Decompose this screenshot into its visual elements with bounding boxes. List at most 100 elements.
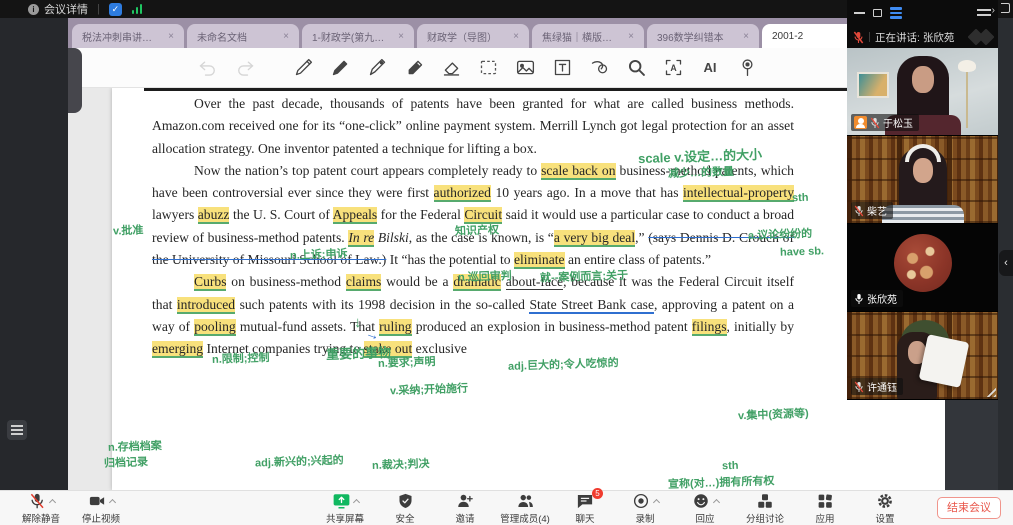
participant-tile[interactable]: 张欣苑	[847, 224, 998, 312]
button-label: 分组讨论	[746, 511, 784, 525]
members-icon	[515, 492, 535, 510]
host-badge-icon	[854, 116, 867, 129]
text-run: Bilski	[374, 230, 409, 245]
layout-icon[interactable]	[890, 7, 902, 19]
pen-icon[interactable]	[291, 56, 315, 80]
button-label: 共享屏幕	[326, 511, 364, 525]
gear-icon	[875, 492, 895, 510]
text-run: an entire class of patents.”	[565, 252, 711, 267]
security-button[interactable]: 安全	[382, 492, 428, 525]
text-run: a very big deal	[554, 230, 635, 247]
participant-tile[interactable]: 于松玉	[847, 48, 998, 136]
video-panel: 正在讲话: 张欣苑 于松玉 柴艺 张欣苑	[847, 0, 998, 400]
end-meeting-button[interactable]: 结束会议	[937, 497, 1001, 519]
participant-tile[interactable]: 许通钰	[847, 312, 998, 400]
close-icon[interactable]: ×	[620, 31, 634, 42]
restore-icon[interactable]	[873, 9, 882, 17]
record-button[interactable]: 录制	[622, 492, 668, 525]
text-run: Circuit	[464, 207, 502, 224]
pencil-icon[interactable]	[328, 56, 352, 80]
chevron-up-icon[interactable]	[353, 498, 360, 505]
eraser-icon[interactable]	[439, 56, 463, 80]
unmute-button[interactable]: 解除静音	[18, 492, 64, 525]
button-label: 安全	[395, 511, 414, 525]
text-run: Now the nation’s top patent court appear…	[194, 163, 541, 178]
reaction-button[interactable]: 回应	[682, 492, 728, 525]
close-icon[interactable]: ×	[160, 31, 174, 42]
participant-label: 许通钰	[851, 378, 903, 395]
chevron-up-icon[interactable]	[653, 498, 660, 505]
breakout-button[interactable]: 分组讨论	[742, 492, 788, 525]
fountain-pen-icon[interactable]	[365, 56, 389, 80]
highlighter-icon[interactable]	[402, 56, 426, 80]
expand-icon[interactable]	[1001, 3, 1010, 13]
text-run: ,”	[635, 230, 648, 245]
invite-button[interactable]: 邀请	[442, 492, 488, 525]
close-icon[interactable]: ×	[505, 31, 519, 42]
magnifier-icon[interactable]	[624, 56, 648, 80]
participant-name: 许通钰	[867, 379, 897, 394]
image-icon[interactable]	[513, 56, 537, 80]
share-screen-button[interactable]: 共享屏幕	[322, 492, 368, 525]
settings-button[interactable]: 设置	[862, 492, 908, 525]
chat-button[interactable]: 5 聊天	[562, 492, 608, 525]
collapse-panel-chevron[interactable]: ‹	[999, 250, 1013, 276]
text-run: It “has the potential to	[386, 252, 514, 267]
doc-tab-label: 1-财政学(第九…	[312, 29, 384, 44]
text-run: Appeals	[333, 207, 378, 224]
paragraph: Curbs on business-method claims would be…	[152, 271, 794, 360]
chevron-up-icon[interactable]	[109, 498, 116, 505]
text-run: produced an explosion in business-method…	[412, 319, 692, 334]
camera-icon	[87, 492, 107, 510]
redo-icon[interactable]	[233, 56, 257, 80]
switch-view-icon[interactable]	[977, 8, 991, 18]
ai-icon[interactable]: AI	[698, 56, 722, 80]
doc-tab[interactable]: 焦绿猫｜横版… ×	[532, 24, 644, 48]
text-run: the U. S. Court of	[229, 207, 332, 222]
ocr-icon[interactable]: A	[661, 56, 685, 80]
paragraph: Over the past decade, thousands of paten…	[152, 93, 794, 160]
shield-check-icon[interactable]: ✓	[109, 3, 122, 16]
text-icon[interactable]	[550, 56, 574, 80]
invite-icon	[455, 492, 475, 510]
stop-video-button[interactable]: 停止视频	[78, 492, 124, 525]
manage-members-button[interactable]: 管理成员(4)	[502, 492, 548, 525]
minimize-icon[interactable]	[854, 12, 865, 14]
outline-list-icon[interactable]	[7, 420, 27, 440]
laser-icon[interactable]	[735, 56, 759, 80]
network-signal-icon[interactable]	[132, 4, 143, 14]
mic-status-icon	[854, 381, 864, 393]
doc-tab[interactable]: 396数学纠错本 ×	[647, 24, 759, 48]
chevron-up-icon[interactable]	[713, 498, 720, 505]
doc-tab[interactable]: 税法冲刺串讲… ×	[72, 24, 184, 48]
participant-tile[interactable]: 柴艺	[847, 136, 998, 224]
doc-tab[interactable]: 未命名文档 ×	[187, 24, 299, 48]
text-run: eliminate	[514, 252, 565, 269]
video-tiles: 于松玉 柴艺 张欣苑 许通钰	[847, 48, 998, 400]
shapes-icon[interactable]	[587, 56, 611, 80]
text-run: exclusive	[412, 341, 467, 356]
undo-icon[interactable]	[196, 56, 220, 80]
text-run: Internet companies trying to	[203, 341, 363, 356]
apps-button[interactable]: 应用	[802, 492, 848, 525]
close-icon[interactable]: ×	[275, 31, 289, 42]
text-run: 10 years ago. In a move that has	[491, 185, 683, 200]
doc-tab-label: 财政学（导图）	[427, 29, 497, 44]
meeting-details-link[interactable]: 会议详情	[44, 1, 88, 17]
speaking-status-row: 正在讲话: 张欣苑	[847, 26, 998, 48]
close-icon[interactable]: ×	[390, 31, 404, 42]
text-run: filings	[692, 319, 727, 336]
page-text: Over the past decade, thousands of paten…	[152, 93, 794, 361]
document-page[interactable]: Over the past decade, thousands of paten…	[112, 88, 945, 490]
shield-icon	[395, 492, 415, 510]
info-icon[interactable]: i	[28, 4, 39, 15]
select-icon[interactable]	[476, 56, 500, 80]
doc-tab[interactable]: 财政学（导图） ×	[417, 24, 529, 48]
chevron-up-icon[interactable]	[49, 498, 56, 505]
reaction-icon	[691, 492, 711, 510]
breakout-icon	[755, 492, 775, 510]
meeting-window: i 会议详情 | ✓ 税法冲刺串讲… × 未命名文档 × 1-财政学(第九… ×…	[0, 0, 1013, 525]
doc-tab[interactable]: 1-财政学(第九… ×	[302, 24, 414, 48]
text-run: mutual-fund assets. That	[236, 319, 379, 334]
close-icon[interactable]: ×	[735, 31, 749, 42]
